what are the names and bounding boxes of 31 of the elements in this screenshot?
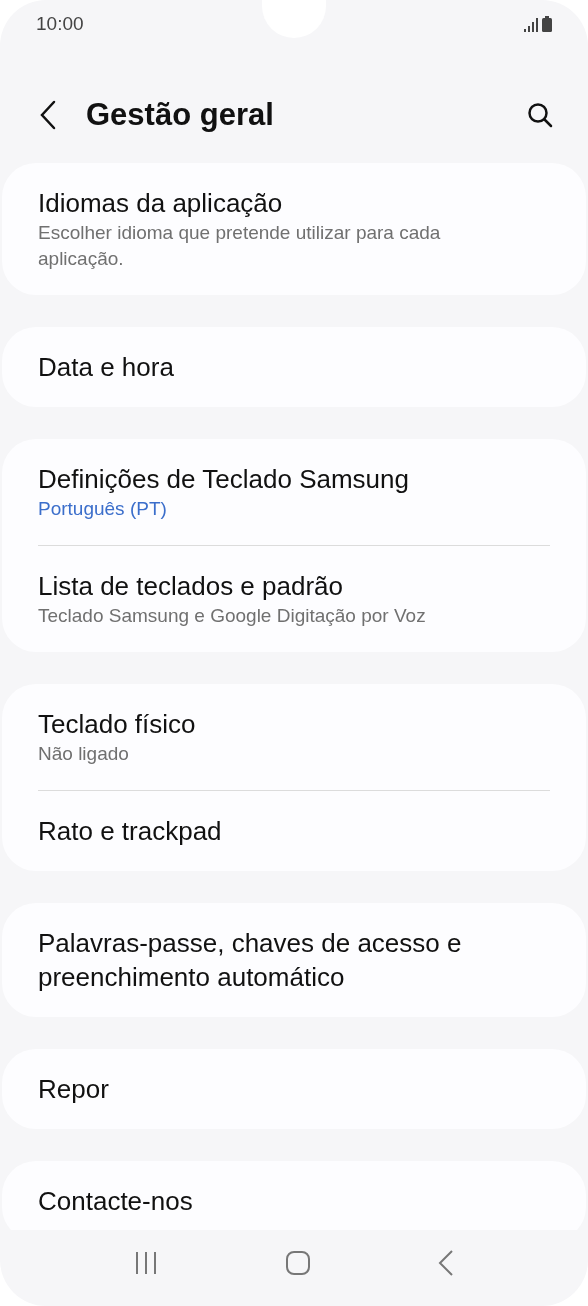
item-title: Contacte-nos [38, 1185, 194, 1218]
recent-apps-icon[interactable] [133, 1251, 158, 1275]
settings-item[interactable]: Repor [38, 1049, 550, 1129]
item-subtitle: Escolher idioma que pretende utilizar para cada aplicação. [38, 221, 442, 271]
settings-item[interactable]: Teclado físico Não ligado [38, 684, 550, 790]
battery-icon [542, 16, 552, 32]
settings-item[interactable]: Rato e trackpad [38, 790, 550, 871]
settings-item[interactable]: Palavras-passe, chaves de acesso e preenchimento automático [38, 903, 550, 1017]
status-time: 10:00 [36, 11, 84, 36]
item-title: Data e hora [38, 351, 175, 384]
home-icon[interactable] [285, 1250, 311, 1276]
item-title: Palavras-passe, chaves de acesso e preenchimento automático [38, 927, 463, 994]
item-title: Teclado físico [38, 708, 197, 741]
settings-item[interactable]: Idiomas da aplicação Escolher idioma que pretende utilizar para cada aplicação. [38, 163, 550, 295]
item-subtitle: Português (PT) [38, 497, 168, 521]
item-title: Rato e trackpad [38, 815, 223, 848]
item-title: Definições de Teclado Samsung [38, 463, 410, 496]
item-title: Idiomas da aplicação [38, 187, 284, 220]
page-title: Gestão geral [86, 97, 274, 133]
item-title: Repor [38, 1073, 110, 1106]
back-icon[interactable] [38, 99, 58, 131]
settings-item[interactable]: Definições de Teclado Samsung Português (PT) [38, 439, 550, 545]
nav-back-icon[interactable] [438, 1250, 455, 1276]
settings-item[interactable]: Data e hora [38, 327, 550, 407]
item-title: Lista de teclados e padrão [38, 570, 344, 603]
search-icon[interactable] [526, 101, 554, 129]
signal-icon [524, 18, 538, 32]
settings-item[interactable]: Lista de teclados e padrão Teclado Samsung e Google Digitação por Voz [38, 545, 550, 652]
settings-item[interactable]: Contacte-nos [38, 1161, 550, 1230]
item-subtitle: Teclado Samsung e Google Digitação por Voz [38, 604, 427, 628]
item-subtitle: Não ligado [38, 742, 130, 766]
